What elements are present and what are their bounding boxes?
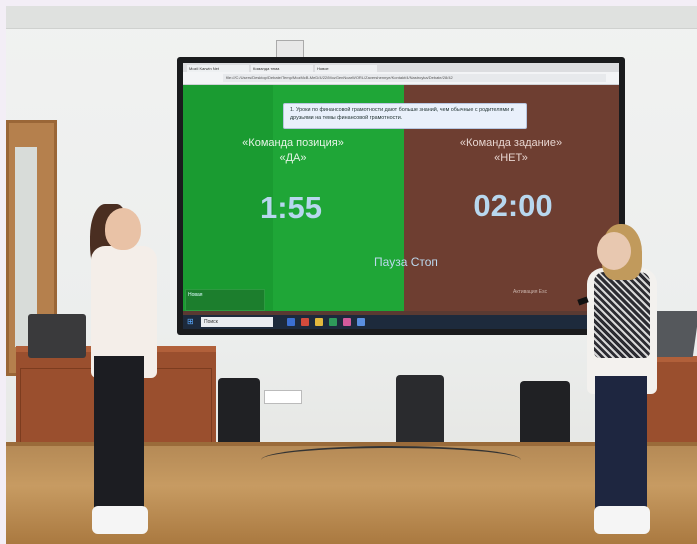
ceiling [6, 6, 697, 29]
student-left-head [105, 208, 141, 250]
taskbar-app-icon[interactable] [287, 318, 295, 326]
browser-tab[interactable]: Команда тема [251, 65, 313, 72]
taskbar: ⊞ Поиск 10:42 [183, 315, 619, 329]
stop-button[interactable]: Стоп [411, 255, 438, 269]
folder-icon[interactable] [315, 318, 323, 326]
cables [261, 446, 521, 474]
browser-tab[interactable]: Mozil Karwin Net [187, 65, 249, 72]
timer-controls: Пауза Стоп [343, 255, 469, 269]
left-team-title: «Команда позиция» [242, 137, 344, 149]
browser-tabs: Mozil Karwin Net Команда тема Новое [183, 63, 619, 72]
student-left-shoes [92, 506, 148, 534]
tv-display: Mozil Karwin Net Команда тема Новое file… [177, 57, 625, 335]
student-right-shoes [594, 506, 650, 534]
windows-start-icon[interactable]: ⊞ [187, 318, 195, 326]
taskbar-search[interactable]: Поиск [201, 317, 273, 327]
left-timer: 1:55 [259, 190, 323, 225]
power-socket [264, 390, 302, 404]
right-team-header: «Команда задание» «НЕТ» [411, 136, 611, 166]
student-left-pants [94, 356, 144, 516]
student-right-vest [594, 272, 650, 358]
notification-toast[interactable]: Новая [185, 289, 265, 311]
address-bar[interactable]: file:///C:/Users/Desktop/Debate/Temp/Moz… [223, 74, 606, 82]
taskbar-app-icon[interactable] [343, 318, 351, 326]
right-team-title: «Команда задание» [459, 137, 563, 149]
taskbar-app-icon[interactable] [301, 318, 309, 326]
left-team-header: «Команда позиция» «ДА» [193, 136, 393, 166]
taskbar-app-icon[interactable] [329, 318, 337, 326]
left-team-side: «ДА» [279, 152, 307, 164]
browser-toolbar: file:///C:/Users/Desktop/Debate/Temp/Moz… [183, 72, 619, 85]
question-box: 1. Уроки по финансовой грамотности дают … [283, 103, 527, 129]
student-right-head [597, 232, 631, 270]
student-right-pants [595, 376, 647, 510]
right-timer: 02:00 [473, 188, 553, 223]
classroom-scene: Mozil Karwin Net Команда тема Новое file… [6, 6, 697, 544]
printer [28, 314, 86, 358]
pause-button[interactable]: Пауза [374, 255, 407, 269]
taskbar-app-icon[interactable] [357, 318, 365, 326]
tv-screen: Mozil Karwin Net Команда тема Новое file… [183, 63, 619, 329]
browser-tab[interactable]: Новое [315, 65, 377, 72]
right-team-side: «НЕТ» [494, 152, 528, 164]
